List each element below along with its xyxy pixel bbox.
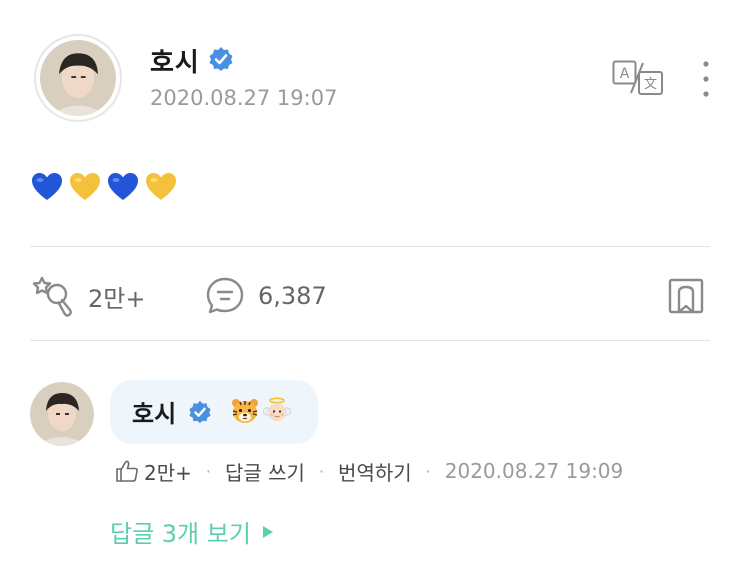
author-avatar[interactable] <box>34 34 122 122</box>
svg-text:A: A <box>620 66 630 82</box>
svg-text:文: 文 <box>644 77 657 92</box>
comment-item: 호시 2만+ · 답글 쓰기 · 번역하기 · 2020.08.27 19:09… <box>30 378 710 558</box>
yellow-heart-icon <box>70 172 100 200</box>
like-button[interactable]: 2만+ <box>30 270 145 322</box>
tiger-face-icon <box>232 399 258 423</box>
comment-count: 6,387 <box>258 282 327 310</box>
divider <box>30 246 710 247</box>
commenter-name[interactable]: 호시 <box>132 394 176 429</box>
translate-icon[interactable]: A 文 <box>612 60 664 96</box>
blue-heart-icon <box>108 172 138 200</box>
comment-like-count[interactable]: 2만+ <box>144 457 192 486</box>
like-count: 2만+ <box>88 284 146 313</box>
comment-button[interactable]: 6,387 <box>204 270 327 322</box>
divider <box>30 340 710 341</box>
post-action-bar: 2만+ 6,387 <box>30 270 710 322</box>
commenter-avatar[interactable] <box>30 382 94 446</box>
post-header: 호시 2020.08.27 19:07 A 文 <box>34 34 710 124</box>
write-reply-link[interactable]: 답글 쓰기 <box>225 457 305 486</box>
view-replies-label: 답글 3개 보기 <box>110 520 251 548</box>
author-name[interactable]: 호시 <box>150 42 200 79</box>
more-options-icon[interactable] <box>694 58 718 100</box>
blue-heart-icon <box>32 172 62 200</box>
verified-badge-icon <box>189 400 211 424</box>
baby-angel-icon <box>263 397 291 421</box>
post-body <box>30 168 182 204</box>
thumbs-up-icon[interactable] <box>114 458 140 484</box>
comment-bubble-icon <box>206 277 244 314</box>
verified-badge-icon <box>209 47 233 71</box>
caret-right-icon <box>262 525 273 538</box>
avatar-image <box>30 382 94 446</box>
lightstick-like-icon <box>32 276 72 317</box>
post-timestamp: 2020.08.27 19:07 <box>150 86 338 110</box>
yellow-heart-icon <box>146 172 176 200</box>
comment-meta: 2만+ · 답글 쓰기 · 번역하기 · 2020.08.27 19:09 <box>114 456 623 486</box>
translate-link[interactable]: 번역하기 <box>338 457 412 486</box>
bookmark-icon[interactable] <box>666 276 706 316</box>
view-replies-link[interactable]: 답글 3개 보기 <box>110 514 275 549</box>
meta-separator: · <box>425 461 431 481</box>
comment-timestamp: 2020.08.27 19:09 <box>444 459 624 483</box>
meta-separator: · <box>205 461 211 481</box>
avatar-image <box>40 40 116 116</box>
comment-bubble: 호시 <box>110 380 318 444</box>
meta-separator: · <box>318 461 325 481</box>
